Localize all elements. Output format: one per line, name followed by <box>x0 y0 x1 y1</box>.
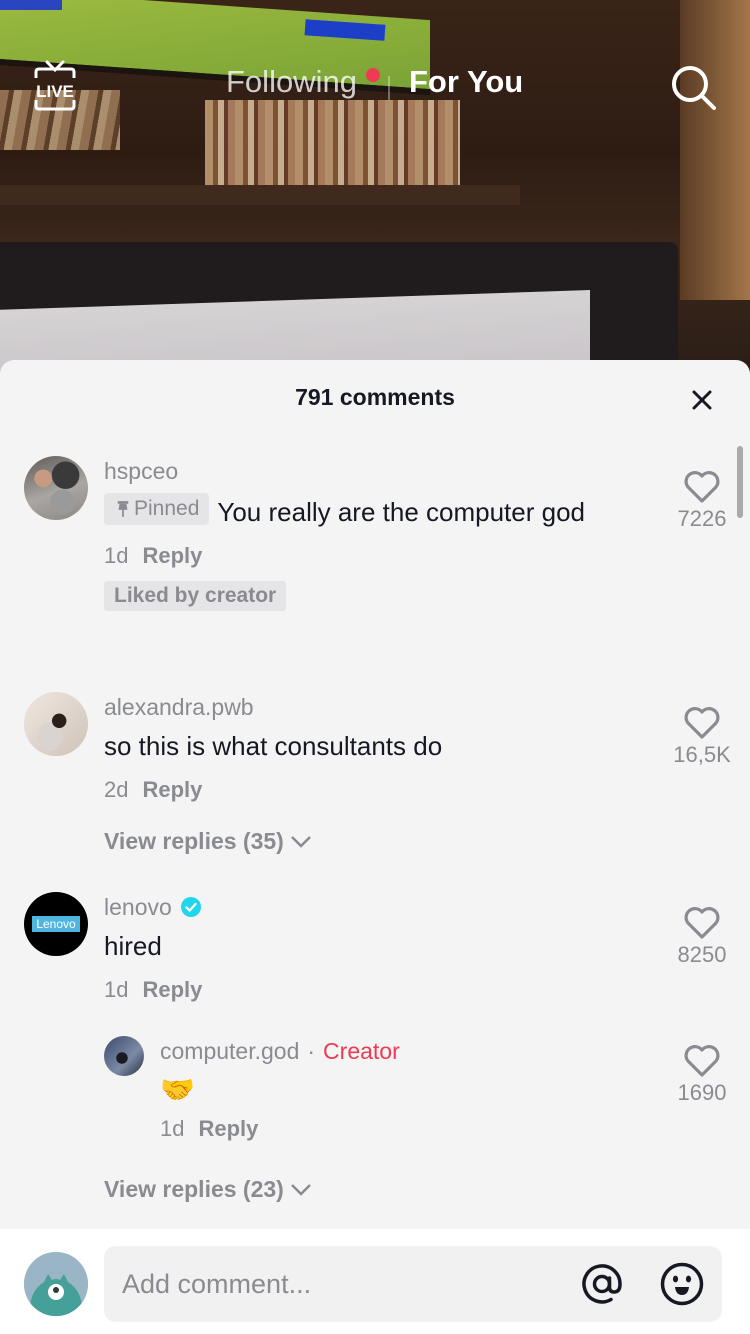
username-text[interactable]: alexandra.pwb <box>104 692 254 722</box>
avatar[interactable] <box>104 1036 144 1076</box>
comment-time: 1d <box>104 977 129 1002</box>
comment-time: 1d <box>104 543 129 568</box>
username-text[interactable]: hspceo <box>104 456 178 486</box>
avatar[interactable] <box>24 692 88 756</box>
heart-icon <box>684 1045 720 1077</box>
notification-dot <box>366 68 380 82</box>
comment-composer <box>0 1229 750 1334</box>
at-mention-icon <box>582 1264 622 1304</box>
top-nav: LIVE Following For You <box>0 56 750 116</box>
pin-icon <box>117 501 129 517</box>
mention-button[interactable] <box>578 1260 626 1308</box>
avatar[interactable] <box>24 456 88 520</box>
tab-divider <box>388 76 390 100</box>
separator: · <box>307 1038 316 1064</box>
comment-input[interactable] <box>122 1246 562 1322</box>
tab-for-you[interactable]: For You <box>409 64 523 100</box>
view-replies-label: View replies (35) <box>104 828 284 854</box>
close-icon <box>692 390 712 410</box>
avatar[interactable]: Lenovo <box>24 892 88 956</box>
reply-button[interactable]: Reply <box>142 543 202 568</box>
video-detail <box>0 185 520 205</box>
comment-text: hired <box>104 931 162 961</box>
comments-header: 791 comments <box>0 360 750 440</box>
comment-text-content: You really are the computer god <box>217 497 585 527</box>
comment-username[interactable]: alexandra.pwb <box>104 692 610 722</box>
video-detail <box>680 0 750 300</box>
comment-text: 🤝 <box>160 1074 195 1105</box>
reply-button[interactable]: Reply <box>142 977 202 1002</box>
comment-body: alexandra.pwb so this is what consultant… <box>104 692 610 805</box>
chevron-down-icon <box>290 835 311 848</box>
pinned-label: Pinned <box>134 497 200 520</box>
comment-meta: 1d Reply <box>104 541 610 571</box>
username-text[interactable]: lenovo <box>104 892 172 922</box>
view-replies-label: View replies (23) <box>104 1176 284 1202</box>
emoji-button[interactable] <box>658 1260 706 1308</box>
reply-body: computer.god · Creator 🤝 1d Reply <box>160 1036 610 1144</box>
comment-username[interactable]: computer.god · Creator <box>160 1036 610 1066</box>
heart-icon <box>684 471 720 503</box>
chevron-down-icon <box>290 1183 311 1196</box>
comment-text: so this is what consultants do <box>104 731 443 761</box>
search-icon <box>672 66 716 110</box>
lenovo-logo: Lenovo <box>32 916 80 932</box>
view-replies-button[interactable]: View replies (23) <box>104 1176 312 1203</box>
like-count: 8250 <box>677 942 727 967</box>
comments-sheet: 791 comments hspceo Pinned You really ar… <box>0 360 750 1334</box>
close-comments-button[interactable] <box>686 384 718 416</box>
like-count: 16,5K <box>673 742 731 767</box>
comment-body: hspceo Pinned You really are the compute… <box>104 456 610 611</box>
like-count: 1690 <box>677 1080 727 1105</box>
verified-badge-icon <box>180 897 201 917</box>
comment-time: 1d <box>160 1116 185 1141</box>
avatar-monster-icon <box>24 1252 88 1316</box>
view-replies-button[interactable]: View replies (35) <box>104 828 312 855</box>
video-detail <box>0 0 62 10</box>
comment-meta: 2d Reply <box>104 775 610 805</box>
svg-text:LIVE: LIVE <box>36 82 74 101</box>
my-avatar[interactable] <box>24 1252 88 1316</box>
comment-meta: 1d Reply <box>160 1114 610 1144</box>
like-button[interactable]: 16,5K <box>660 706 744 768</box>
heart-icon <box>684 907 720 939</box>
comment-time: 2d <box>104 777 129 802</box>
emoji-icon <box>660 1262 704 1306</box>
comment-body: lenovo hired 1d Reply <box>104 892 610 1005</box>
heart-icon <box>684 707 720 739</box>
live-tv-icon: LIVE <box>34 60 76 111</box>
like-count: 7226 <box>677 506 727 531</box>
username-text[interactable]: computer.god <box>160 1036 299 1066</box>
search-button[interactable] <box>668 62 720 114</box>
like-button[interactable]: 7226 <box>660 470 744 532</box>
like-button[interactable]: 1690 <box>660 1044 744 1106</box>
liked-by-creator-badge: Liked by creator <box>104 581 287 611</box>
reply-button[interactable]: Reply <box>142 777 202 802</box>
comment-input-container <box>104 1246 722 1322</box>
comment-meta: 1d Reply <box>104 975 610 1005</box>
creator-badge: Creator <box>323 1038 400 1064</box>
comment-text: Pinned You really are the computer god <box>104 492 610 533</box>
pinned-badge: Pinned <box>104 493 210 525</box>
tab-following[interactable]: Following <box>226 64 357 100</box>
comment-username[interactable]: hspceo <box>104 456 610 486</box>
like-button[interactable]: 8250 <box>660 906 744 968</box>
comment-username[interactable]: lenovo <box>104 892 610 922</box>
comments-count-title: 791 comments <box>295 384 455 410</box>
live-button[interactable]: LIVE <box>30 60 80 112</box>
reply-button[interactable]: Reply <box>198 1116 258 1141</box>
